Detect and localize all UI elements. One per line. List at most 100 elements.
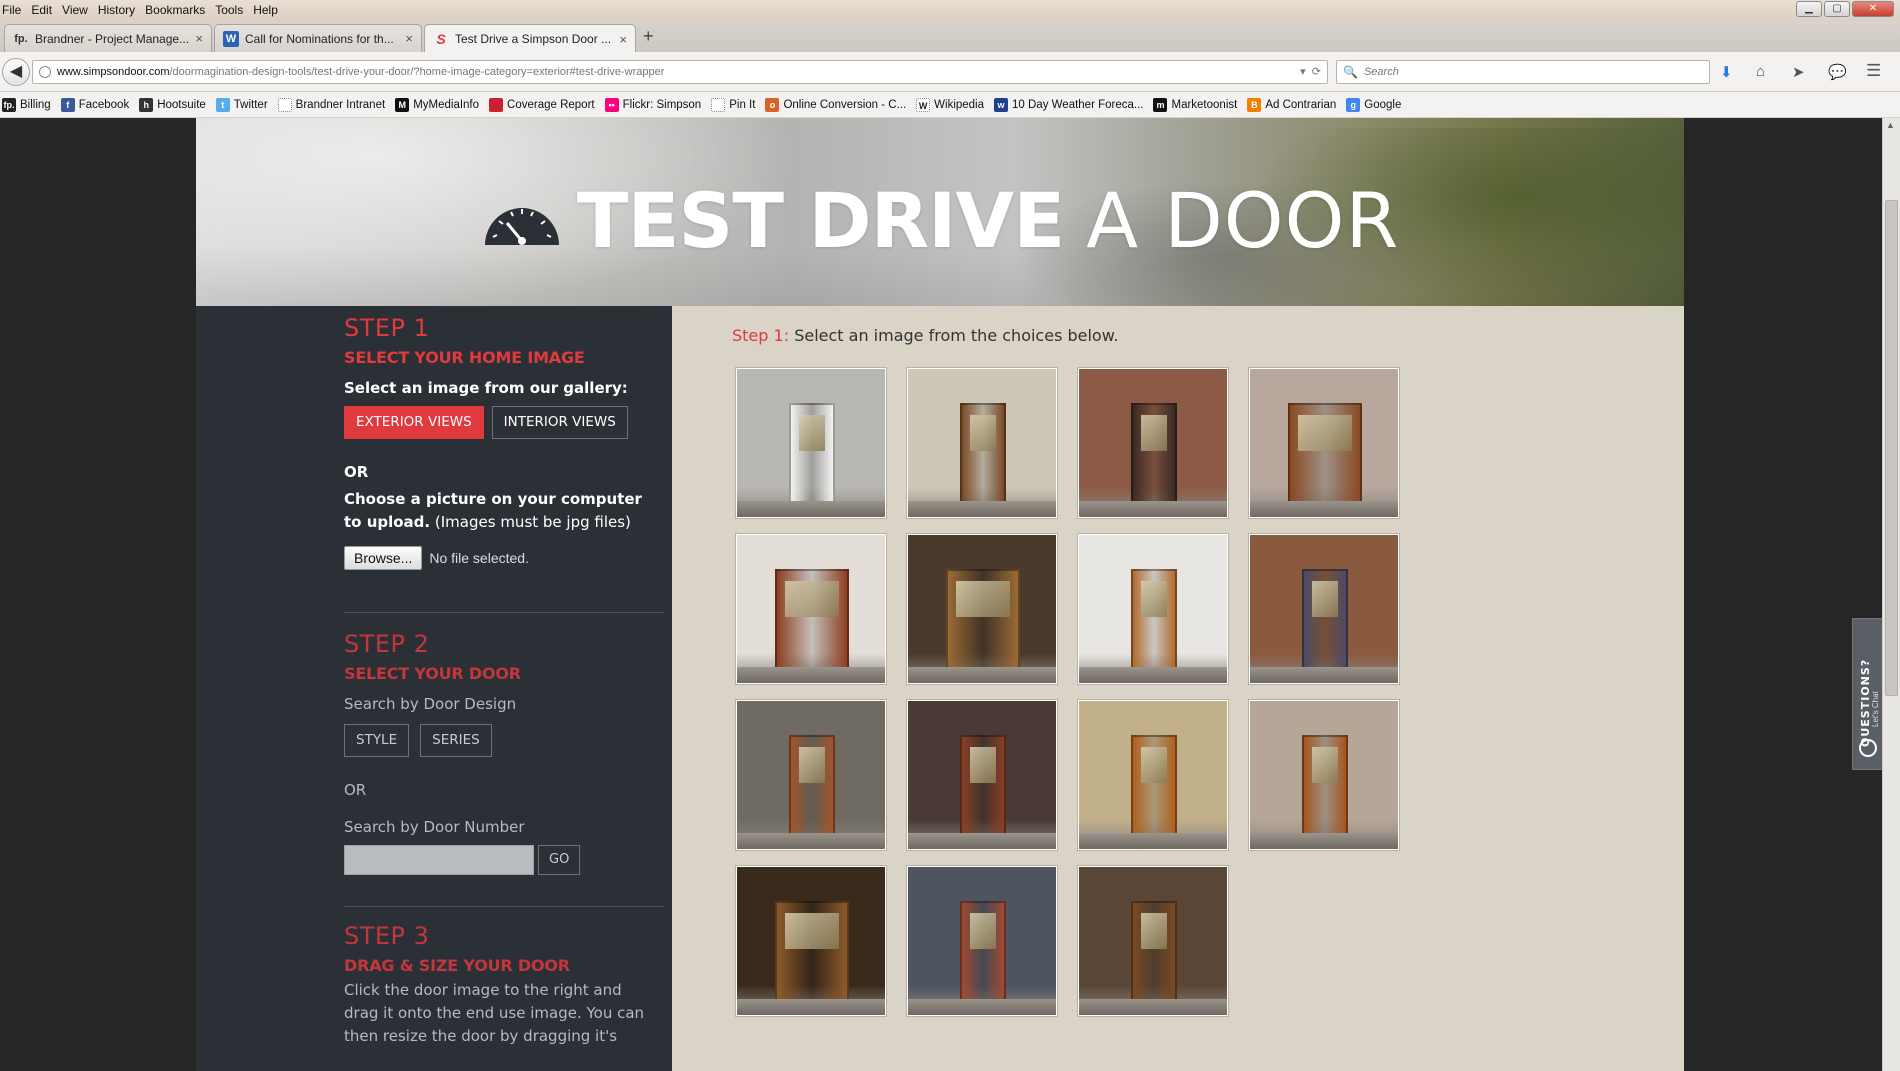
navigation-bar: ◀ www.simpsondoor.com/doormagination-des…: [0, 52, 1900, 92]
search-bar[interactable]: 🔍: [1336, 60, 1710, 84]
bookmark-label: Online Conversion - C...: [783, 98, 907, 111]
instruction-text: Select an image from the choices below.: [794, 326, 1119, 345]
series-button[interactable]: SERIES: [420, 724, 492, 757]
search-input[interactable]: [1363, 66, 1684, 78]
menu-edit[interactable]: Edit: [26, 3, 57, 17]
door-number-input[interactable]: [344, 845, 534, 875]
bookmark-label: Hootsuite: [157, 98, 206, 111]
close-window-button[interactable]: ✕: [1852, 1, 1894, 17]
bookmark-icon: g: [1346, 97, 1361, 112]
chat-bubble-icon[interactable]: 💬: [1828, 63, 1847, 81]
bookmark-item[interactable]: f Facebook: [60, 97, 130, 112]
gallery-thumbnail[interactable]: [1078, 368, 1228, 518]
bookmark-item[interactable]: •• Flickr: Simpson: [604, 97, 701, 112]
bookmark-item[interactable]: Coverage Report: [489, 97, 595, 112]
bookmark-item[interactable]: M MyMediaInfo: [395, 97, 479, 112]
bookmark-item[interactable]: o Online Conversion - C...: [765, 97, 907, 112]
tab-call-for-nominations[interactable]: W Call for Nominations for th... ×: [214, 24, 422, 52]
menu-help[interactable]: Help: [248, 3, 283, 17]
hamburger-menu-icon[interactable]: ☰: [1866, 61, 1881, 81]
bookmark-icon: w: [994, 97, 1009, 112]
gallery-thumbnail[interactable]: [1249, 700, 1399, 850]
bookmark-label: Facebook: [78, 98, 130, 111]
bookmark-item[interactable]: Pin It: [711, 97, 755, 112]
gallery-thumbnail[interactable]: [907, 866, 1057, 1016]
tab-brandner[interactable]: fp. Brandner - Project Manage... ×: [4, 24, 212, 52]
go-button[interactable]: GO: [538, 845, 581, 875]
browse-button[interactable]: Browse...: [344, 546, 423, 570]
menu-view[interactable]: View: [57, 3, 93, 17]
bookmark-label: Billing: [20, 98, 51, 111]
minimize-button[interactable]: ▁: [1796, 1, 1822, 17]
gallery-thumbnail[interactable]: [1249, 534, 1399, 684]
close-icon[interactable]: ×: [195, 31, 203, 46]
menu-bookmarks[interactable]: Bookmarks: [140, 3, 210, 17]
gallery-prompt: Select an image from our gallery:: [344, 379, 628, 397]
bookmark-label: Wikipedia: [934, 98, 985, 111]
back-button[interactable]: ◀: [2, 58, 30, 86]
page-content: TEST DRIVE A DOOR STEP 1 SELECT YOUR HOM…: [196, 118, 1684, 1071]
gallery-thumbnail[interactable]: [907, 368, 1057, 518]
gallery-thumbnail[interactable]: [1249, 368, 1399, 518]
step2-title: STEP 2: [344, 630, 430, 658]
divider: [344, 612, 664, 613]
menu-tools[interactable]: Tools: [210, 3, 248, 17]
new-tab-button[interactable]: +: [643, 26, 654, 47]
search-icon: 🔍: [1343, 65, 1358, 79]
gallery-thumbnail[interactable]: [736, 700, 886, 850]
bookmark-item[interactable]: B Ad Contrarian: [1247, 97, 1336, 112]
divider: [344, 906, 664, 907]
menu-history[interactable]: History: [93, 3, 140, 17]
gallery-thumbnail[interactable]: [736, 368, 886, 518]
bookmark-item[interactable]: t Twitter: [215, 97, 268, 112]
tab-label: Call for Nominations for th...: [245, 31, 394, 46]
bookmark-item[interactable]: W Wikipedia: [916, 97, 985, 112]
scroll-thumb[interactable]: [1885, 200, 1898, 696]
bookmark-item[interactable]: fp. Billing: [2, 97, 51, 112]
tab-test-drive[interactable]: S Test Drive a Simpson Door ... ×: [424, 24, 636, 53]
send-icon[interactable]: ➤: [1792, 63, 1805, 81]
search-by-design-label: Search by Door Design: [344, 695, 517, 713]
scroll-up-arrow-icon[interactable]: ▲: [1886, 120, 1895, 130]
bookmark-label: Google: [1364, 98, 1402, 111]
hero-banner: TEST DRIVE A DOOR: [196, 118, 1684, 306]
step1-subtitle: SELECT YOUR HOME IMAGE: [344, 348, 585, 367]
interior-views-button[interactable]: INTERIOR VIEWS: [491, 406, 628, 439]
bookmark-icon: W: [916, 97, 931, 112]
gallery-thumbnail[interactable]: [1078, 866, 1228, 1016]
gallery-thumbnail[interactable]: [736, 866, 886, 1016]
gallery-thumbnail[interactable]: [1078, 700, 1228, 850]
download-icon[interactable]: ⬇: [1720, 63, 1733, 81]
close-icon[interactable]: ×: [405, 31, 413, 46]
style-button[interactable]: STYLE: [344, 724, 410, 757]
bookmark-icon: fp.: [2, 97, 16, 112]
gallery-thumbnail[interactable]: [736, 534, 886, 684]
bookmark-icon: M: [395, 97, 410, 112]
bookmark-item[interactable]: w 10 Day Weather Foreca...: [994, 97, 1143, 112]
gallery-thumbnail[interactable]: [1078, 534, 1228, 684]
fp-icon: fp.: [14, 32, 28, 45]
home-icon[interactable]: ⌂: [1756, 63, 1765, 80]
url-path: /doormagination-design-tools/test-drive-…: [169, 66, 665, 78]
close-icon[interactable]: ×: [619, 32, 627, 47]
bookmark-item[interactable]: Brandner Intranet: [277, 97, 385, 112]
speedometer-icon: [484, 207, 559, 245]
page-scrollbar[interactable]: ▲: [1882, 118, 1900, 1071]
bookmark-item[interactable]: g Google: [1346, 97, 1402, 112]
gallery-thumbnail[interactable]: [907, 700, 1057, 850]
step3-subtitle: DRAG & SIZE YOUR DOOR: [344, 956, 570, 975]
exterior-views-button[interactable]: EXTERIOR VIEWS: [344, 406, 484, 439]
bookmark-item[interactable]: h Hootsuite: [139, 97, 206, 112]
chat-label: Let's Chat: [1871, 691, 1880, 727]
menu-bar: File Edit View History Bookmarks Tools H…: [0, 0, 1900, 20]
gallery-thumbnail[interactable]: [907, 534, 1057, 684]
reload-icon[interactable]: ▾ ⟳: [1300, 65, 1321, 78]
bookmarks-bar: fp. Billing f Facebook h Hootsuite t Twitter Bra…: [0, 92, 1900, 118]
questions-chat-tab[interactable]: QUESTIONS? Let's Chat: [1852, 618, 1882, 770]
bookmark-icon: [277, 97, 292, 112]
menu-file[interactable]: File: [0, 3, 26, 17]
bookmark-item[interactable]: m Marketoonist: [1153, 97, 1237, 112]
maximize-button[interactable]: ▢: [1824, 1, 1850, 17]
step3-instructions: Click the door image to the right and dr…: [344, 981, 645, 1045]
address-bar[interactable]: www.simpsondoor.com/doormagination-desig…: [32, 60, 1328, 84]
